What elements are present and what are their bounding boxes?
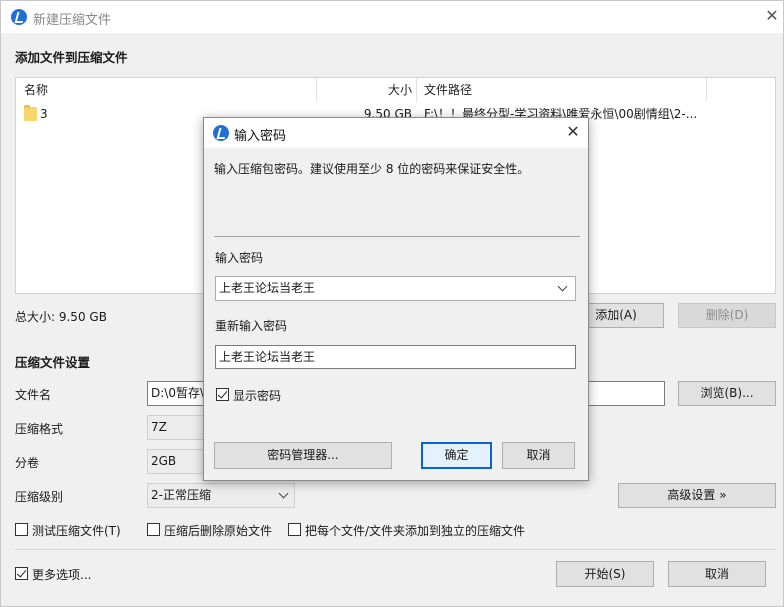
app-icon [213,125,229,141]
dialog-close-icon[interactable]: ✕ [564,123,582,141]
format-value: 7Z [151,420,167,434]
column-divider [706,78,707,102]
delete-button[interactable]: 删除(D) [678,303,776,328]
dialog-description: 输入压缩包密码。建议使用至少 8 位的密码来保证安全性。 [214,162,530,176]
dialog-cancel-button[interactable]: 取消 [502,442,575,469]
level-label: 压缩级别 [15,490,64,504]
column-header-name[interactable]: 名称 [24,78,48,102]
column-divider [416,78,417,102]
file-name: 3 [40,107,48,121]
test-archive-label[interactable]: 测试压缩文件(T) [32,522,121,539]
settings-section-title: 压缩文件设置 [15,355,91,370]
ok-button[interactable]: 确定 [421,442,492,469]
password-input[interactable]: 上老王论坛当老王 [215,276,576,301]
dialog-title: 输入密码 [234,129,287,144]
column-divider [316,78,317,102]
title-bar: 新建压缩文件 ✕ [1,1,783,33]
more-options-checkbox[interactable] [15,567,28,580]
chevron-down-icon[interactable] [557,281,568,292]
format-select[interactable]: 7Z [147,415,207,440]
divider [15,549,776,550]
show-password-label[interactable]: 显示密码 [233,387,281,404]
window-close-icon[interactable]: ✕ [763,7,781,25]
split-label: 分卷 [15,456,40,470]
advanced-settings-button[interactable]: 高级设置 » [618,483,776,508]
separate-archives-label[interactable]: 把每个文件/文件夹添加到独立的压缩文件 [305,522,525,539]
more-options-label[interactable]: 更多选项... [32,566,91,583]
browse-button[interactable]: 浏览(B)... [678,381,776,406]
test-archive-checkbox[interactable] [15,523,28,536]
split-value: 2GB [151,454,177,468]
start-button[interactable]: 开始(S) [556,561,654,587]
dialog-title-bar: 输入密码 ✕ [204,118,588,148]
cancel-button[interactable]: 取消 [668,561,766,587]
reenter-password-input[interactable]: 上老王论坛当老王 [215,345,576,369]
password-dialog: 输入密码 ✕ 输入压缩包密码。建议使用至少 8 位的密码来保证安全性。 输入密码… [203,117,589,481]
password-label: 输入密码 [215,251,264,265]
password-manager-button[interactable]: 密码管理器... [214,442,392,469]
reenter-password-label: 重新输入密码 [215,319,288,333]
filename-label: 文件名 [15,388,52,402]
format-label: 压缩格式 [15,422,64,436]
folder-icon [24,105,37,121]
delete-after-checkbox[interactable] [147,523,160,536]
window-title: 新建压缩文件 [33,13,112,28]
password-value: 上老王论坛当老王 [219,281,316,295]
column-header-size[interactable]: 大小 [388,78,412,102]
chevron-down-icon [278,488,289,499]
app-icon [11,9,27,25]
dialog-divider [214,236,580,237]
total-size: 总大小: 9.50 GB [15,310,107,324]
column-header-path[interactable]: 文件路径 [424,78,472,102]
delete-after-label[interactable]: 压缩后删除原始文件 [164,522,272,539]
show-password-checkbox[interactable] [216,388,229,401]
separate-archives-checkbox[interactable] [288,523,301,536]
split-select[interactable]: 2GB [147,449,207,474]
add-section-title: 添加文件到压缩文件 [15,50,128,65]
level-value: 2-正常压缩 [151,488,211,502]
level-select[interactable]: 2-正常压缩 [147,483,295,508]
